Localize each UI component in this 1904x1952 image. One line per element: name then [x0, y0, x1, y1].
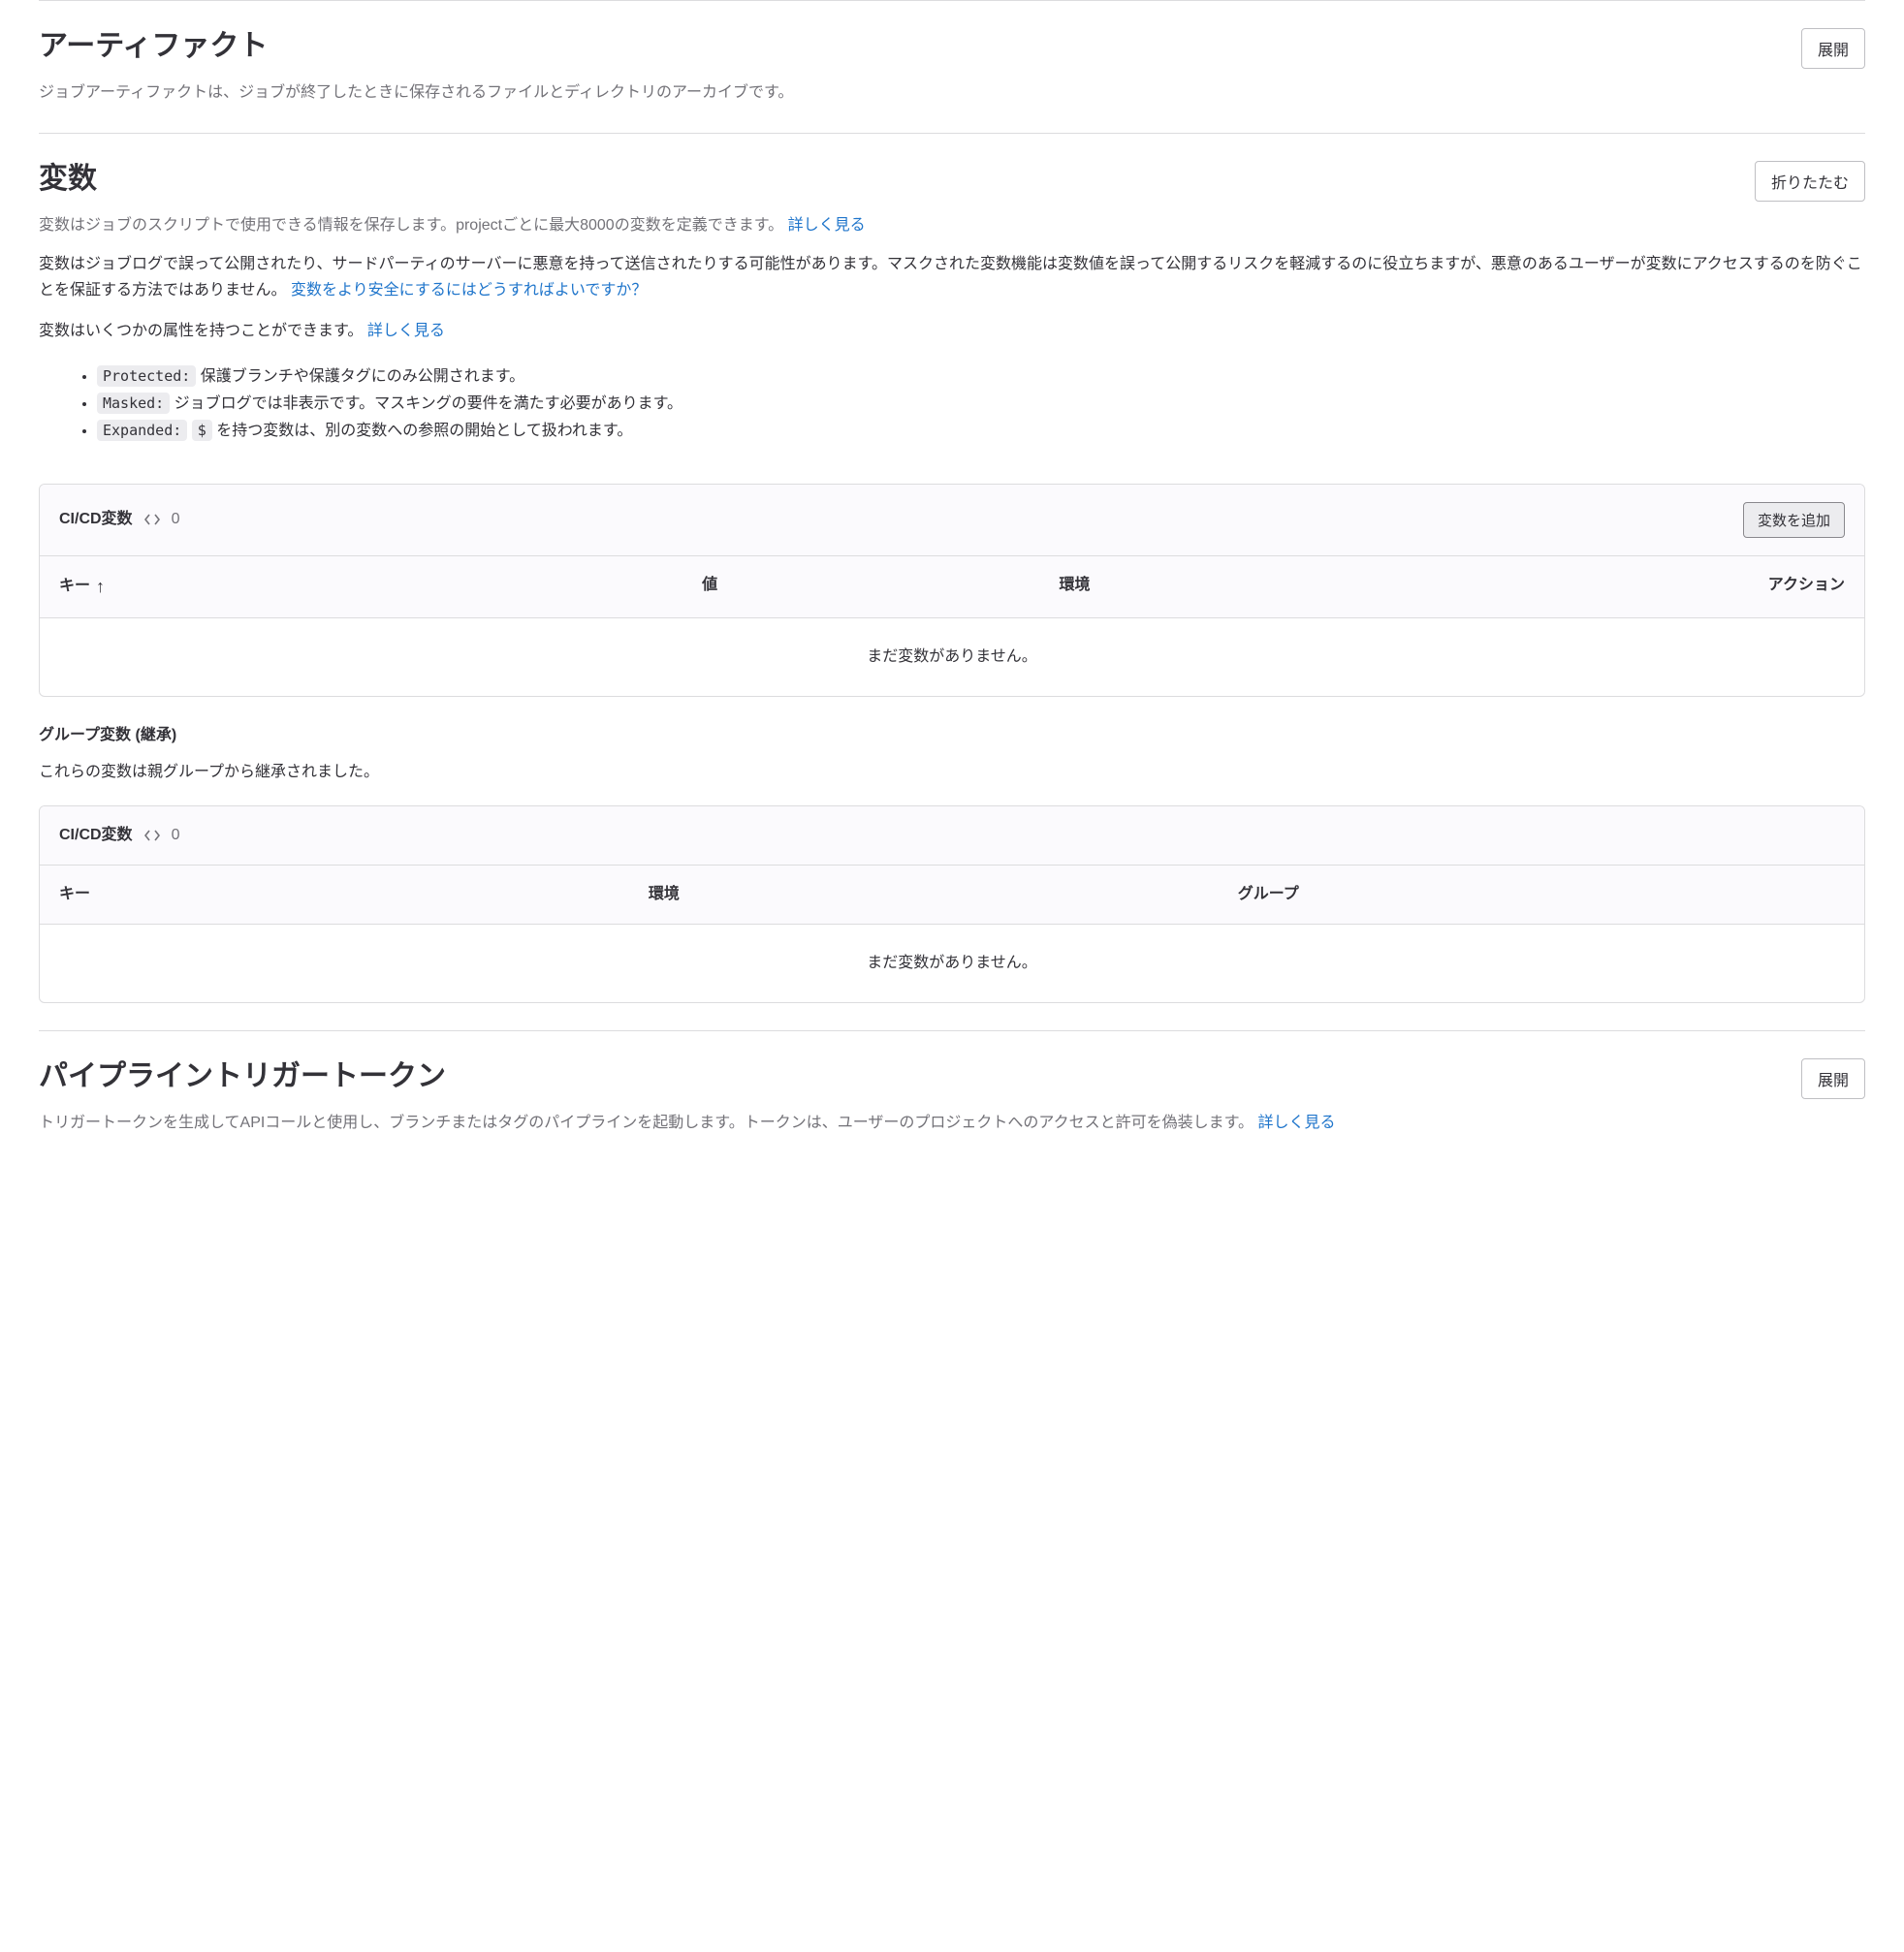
- section-header: アーティファクト 展開: [39, 24, 1865, 69]
- col-key-label: キー: [59, 575, 90, 598]
- expand-button[interactable]: 展開: [1801, 1058, 1865, 1099]
- inherited-variables-card: CI/CD変数 0 キー 環境 グループ まだ変数がありません。: [39, 805, 1865, 1003]
- pipeline-triggers-section: パイプライントリガートークン 展開 トリガートークンを生成してAPIコールと使用…: [39, 1030, 1865, 1163]
- attribute-item-masked: Masked: ジョブログでは非表示です。マスキングの要件を満たす必要があります…: [97, 391, 1865, 418]
- attr-intro-body: 変数はいくつかの属性を持つことができます。: [39, 323, 363, 339]
- column-key[interactable]: キー ↑: [59, 574, 702, 600]
- expand-button[interactable]: 展開: [1801, 28, 1865, 69]
- artifacts-description: ジョブアーティファクトは、ジョブが終了したときに保存されるファイルとディレクトリ…: [39, 80, 1865, 106]
- card-title: CI/CD変数: [59, 824, 133, 847]
- variable-count: 0: [172, 508, 180, 531]
- group-variables-title: グループ変数 (継承): [39, 724, 1865, 747]
- secure-variables-link[interactable]: 変数をより安全にするにはどうすればよいですか？: [291, 282, 647, 299]
- triggers-title: パイプライントリガートークン: [39, 1055, 446, 1098]
- attributes-list: Protected: 保護ブランチや保護タグにのみ公開されます。 Masked:…: [39, 363, 1865, 445]
- code-icon: [144, 828, 160, 843]
- column-environment: 環境: [649, 883, 1238, 906]
- variables-title: 変数: [39, 157, 97, 201]
- attribute-item-expanded: Expanded: $ を持つ変数は、別の変数への参照の開始として扱われます。: [97, 418, 1865, 445]
- triggers-description: トリガートークンを生成してAPIコールと使用し、ブランチまたはタグのパイプライン…: [39, 1111, 1865, 1136]
- group-variables-description: これらの変数は親グループから継承されました。: [39, 761, 1865, 784]
- variables-warning: 変数はジョブログで誤って公開されたり、サードパーティのサーバーに悪意を持って送信…: [39, 251, 1865, 303]
- column-key: キー: [59, 883, 649, 906]
- attr-text: ジョブログでは非表示です。マスキングの要件を満たす必要があります。: [170, 395, 682, 412]
- code-tag: Expanded:: [97, 420, 187, 441]
- card-title: CI/CD変数: [59, 508, 133, 531]
- variables-intro: 変数はジョブのスクリプトで使用できる情報を保存します。projectごとに最大8…: [39, 213, 1865, 238]
- intro-body: 変数はジョブのスクリプトで使用できる情報を保存します。projectごとに最大8…: [39, 217, 783, 234]
- column-action: アクション: [1452, 574, 1845, 600]
- code-icon: [144, 512, 160, 527]
- collapse-button[interactable]: 折りたたむ: [1755, 161, 1865, 202]
- card-header: CI/CD変数 0: [40, 806, 1864, 866]
- artifacts-section: アーティファクト 展開 ジョブアーティファクトは、ジョブが終了したときに保存され…: [39, 0, 1865, 133]
- column-environment: 環境: [1060, 574, 1452, 600]
- card-header: CI/CD変数 0 変数を追加: [40, 485, 1864, 556]
- attr-text: を持つ変数は、別の変数への参照の開始として扱われます。: [212, 423, 633, 439]
- intro-text: 変数はジョブのスクリプトで使用できる情報を保存します。projectごとに最大8…: [39, 213, 1865, 238]
- code-tag-dollar: $: [192, 420, 212, 441]
- attribute-item-protected: Protected: 保護ブランチや保護タグにのみ公開されます。: [97, 363, 1865, 391]
- code-tag: Masked:: [97, 393, 170, 414]
- table-header: キー 環境 グループ: [40, 866, 1864, 925]
- variables-attributes-intro: 変数はいくつかの属性を持つことができます。 詳しく見る: [39, 318, 1865, 344]
- learn-more-link[interactable]: 詳しく見る: [788, 217, 866, 234]
- code-tag: Protected:: [97, 365, 196, 387]
- cicd-variables-card: CI/CD変数 0 変数を追加 キー ↑ 値 環境 アクション まだ変数がありま…: [39, 484, 1865, 697]
- variables-section: 変数 折りたたむ 変数はジョブのスクリプトで使用できる情報を保存します。proj…: [39, 133, 1865, 1030]
- table-header: キー ↑ 値 環境 アクション: [40, 556, 1864, 618]
- card-title-group: CI/CD変数 0: [59, 508, 179, 531]
- section-header: 変数 折りたたむ: [39, 157, 1865, 202]
- artifacts-title: アーティファクト: [39, 24, 268, 68]
- empty-state: まだ変数がありません。: [40, 618, 1864, 696]
- sort-arrow-up-icon: ↑: [96, 574, 105, 600]
- add-variable-button[interactable]: 変数を追加: [1743, 502, 1845, 538]
- card-title-group: CI/CD変数 0: [59, 824, 179, 847]
- triggers-desc-body: トリガートークンを生成してAPIコールと使用し、ブランチまたはタグのパイプライン…: [39, 1115, 1253, 1131]
- column-value: 値: [702, 574, 1059, 600]
- attr-text: 保護ブランチや保護タグにのみ公開されます。: [196, 368, 524, 385]
- section-header: パイプライントリガートークン 展開: [39, 1055, 1865, 1099]
- variable-count: 0: [172, 824, 180, 847]
- empty-state: まだ変数がありません。: [40, 925, 1864, 1002]
- learn-more-link[interactable]: 詳しく見る: [367, 323, 445, 339]
- learn-more-link[interactable]: 詳しく見る: [1257, 1115, 1335, 1131]
- column-group: グループ: [1238, 883, 1845, 906]
